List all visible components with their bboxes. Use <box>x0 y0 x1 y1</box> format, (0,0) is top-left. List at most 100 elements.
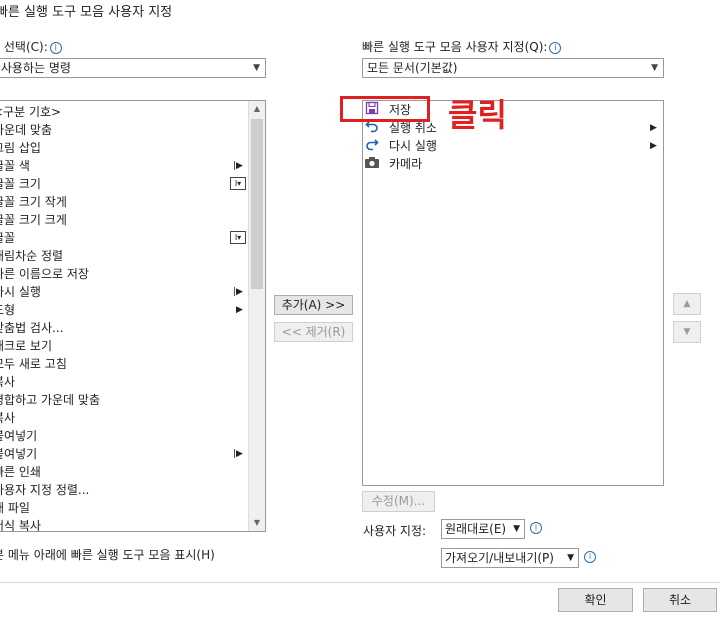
submenu-arrow-icon: |▶ <box>233 287 243 297</box>
command-list-item[interactable]: 다른 이름으로 저장 <box>0 265 247 283</box>
command-list-item[interactable]: 모두 새로 고침 <box>0 355 247 373</box>
highlight-box <box>340 96 430 122</box>
commands-scrollbar[interactable]: ▲ ▼ <box>248 101 265 531</box>
submenu-arrow-icon: |▶ <box>233 449 243 459</box>
reset-dropdown[interactable]: 원래대로(E) ▼ <box>441 519 525 539</box>
show-below-ribbon-checkbox-label[interactable]: 리본 메뉴 아래에 빠른 실행 도구 모음 표시(H) <box>0 546 215 563</box>
camera-icon <box>364 155 380 171</box>
submenu-arrow-icon: ▶ <box>236 305 243 315</box>
command-label: 내림차순 정렬 <box>0 249 64 263</box>
command-label: 붙여넣기 <box>0 429 38 443</box>
command-list-item[interactable]: 도형 ▶ <box>0 301 247 319</box>
toolbar-item-label: 다시 실행 <box>389 139 437 153</box>
move-up-button[interactable]: ▲ <box>673 293 701 315</box>
command-label: <구분 기호> <box>0 105 62 119</box>
info-icon: i <box>549 41 562 54</box>
command-list-item[interactable]: 글꼴 크기 크게 <box>0 211 247 229</box>
command-label: 글꼴 크기 크게 <box>0 213 67 227</box>
command-list-item[interactable]: 글꼴 I▾ <box>0 229 247 247</box>
reset-dropdown-label: 원래대로(E) <box>445 522 507 536</box>
scroll-down-icon[interactable]: ▼ <box>249 515 265 531</box>
chevron-down-icon: ▼ <box>513 524 520 534</box>
command-label: 그림 삽입 <box>0 141 41 155</box>
cancel-button[interactable]: 취소 <box>643 588 717 612</box>
command-label: 매크로 보기 <box>0 339 53 353</box>
command-list-item[interactable]: 매크로 보기 <box>0 337 247 355</box>
submenu-arrow-icon: ▶ <box>650 123 657 133</box>
ok-button-label: 확인 <box>584 593 607 607</box>
add-button[interactable]: 추가(A) >> <box>274 295 353 315</box>
add-button-label: 추가(A) >> <box>281 298 346 312</box>
command-list-item[interactable]: 복사 <box>0 373 247 391</box>
command-list-item[interactable]: 서식 복사 <box>0 517 247 532</box>
command-label: 글꼴 크기 작게 <box>0 195 67 209</box>
command-label: 다른 이름으로 저장 <box>0 267 89 281</box>
command-list-item[interactable]: 내림차순 정렬 <box>0 247 247 265</box>
command-label: 복사 <box>0 411 16 425</box>
chevron-down-icon: ▼ <box>253 63 260 73</box>
info-icon: i <box>49 41 62 54</box>
customize-scope-dropdown[interactable]: 모든 문서(기본값) ▼ <box>362 58 664 78</box>
toolbar-item-camera[interactable]: 카메라 <box>363 155 663 173</box>
choose-commands-label: 명령 선택(C):i <box>0 38 62 55</box>
command-list-item[interactable]: 맞춤법 검사... <box>0 319 247 337</box>
command-list-item[interactable]: 빠른 인쇄 <box>0 463 247 481</box>
customizations-label: 사용자 지정: <box>363 524 427 538</box>
command-label: 글꼴 <box>0 231 16 245</box>
choose-commands-dropdown[interactable]: 자주 사용하는 명령 ▼ <box>0 58 266 78</box>
command-label: 모두 새로 고침 <box>0 357 67 371</box>
import-export-dropdown-label: 가져오기/내보내기(P) <box>445 551 554 565</box>
info-icon: i <box>584 551 596 563</box>
command-list-item[interactable]: 붙여넣기 <box>0 427 247 445</box>
move-down-button[interactable]: ▼ <box>673 321 701 343</box>
remove-button[interactable]: << 제거(R) <box>274 322 353 342</box>
scroll-up-icon[interactable]: ▲ <box>249 101 265 117</box>
command-list-item[interactable]: 붙여넣기 |▶ <box>0 445 247 463</box>
command-list-item[interactable]: 글꼴 색 |▶ <box>0 157 247 175</box>
dialog-header: 빠른 실행 도구 모음 사용자 지정 <box>0 5 173 20</box>
choose-commands-label-text: 명령 선택(C): <box>0 40 48 54</box>
remove-button-label: << 제거(R) <box>281 325 346 339</box>
command-list-item[interactable]: 복사 <box>0 409 247 427</box>
ok-button[interactable]: 확인 <box>558 588 633 612</box>
choose-commands-value: 자주 사용하는 명령 <box>0 61 71 75</box>
text-box-icon: I▾ <box>230 177 246 190</box>
command-label: 글꼴 색 <box>0 159 30 173</box>
scroll-thumb[interactable] <box>251 119 263 289</box>
toolbar-items-list[interactable]: 저장 실행 취소 ▶ 다시 실행 ▶ 카메라 <box>362 100 664 486</box>
command-label: 서식 복사 <box>0 519 41 532</box>
command-list-item[interactable]: 글꼴 크기 작게 <box>0 193 247 211</box>
move-up-icon: ▲ <box>683 299 691 309</box>
modify-button[interactable]: 수정(M)... <box>362 491 435 512</box>
customize-toolbar-label: 빠른 실행 도구 모음 사용자 지정(Q): i <box>362 38 562 55</box>
submenu-arrow-icon: |▶ <box>233 161 243 171</box>
command-label: 글꼴 크기 <box>0 177 41 191</box>
text-box-icon: I▾ <box>230 231 246 244</box>
command-label: 가운데 맞춤 <box>0 123 53 137</box>
info-icon: i <box>530 522 542 534</box>
commands-list[interactable]: <구분 기호>가운데 맞춤그림 삽입글꼴 색|▶글꼴 크기I▾글꼴 크기 작게글… <box>0 100 266 532</box>
command-list-item[interactable]: 가운데 맞춤 <box>0 121 247 139</box>
command-label: 도형 <box>0 303 16 317</box>
command-label: 사용자 지정 정렬... <box>0 483 90 497</box>
toolbar-item-label: 카메라 <box>389 157 423 171</box>
command-list-item[interactable]: 병합하고 가운데 맞춤 <box>0 391 247 409</box>
command-list-item[interactable]: 다시 실행 |▶ <box>0 283 247 301</box>
command-label: 복사 <box>0 375 16 389</box>
chevron-down-icon: ▼ <box>567 553 574 563</box>
command-label: 맞춤법 검사... <box>0 321 64 335</box>
command-list-item[interactable]: <구분 기호> <box>0 103 247 121</box>
customize-scope-value: 모든 문서(기본값) <box>367 61 458 75</box>
command-label: 다시 실행 <box>0 285 41 299</box>
toolbar-item-redo[interactable]: 다시 실행 ▶ <box>363 137 663 155</box>
command-list-item[interactable]: 새 파일 <box>0 499 247 517</box>
command-label: 병합하고 가운데 맞춤 <box>0 393 100 407</box>
command-list-item[interactable]: 글꼴 크기 I▾ <box>0 175 247 193</box>
move-down-icon: ▼ <box>683 327 691 337</box>
import-export-dropdown[interactable]: 가져오기/내보내기(P) ▼ <box>441 548 579 568</box>
modify-button-label: 수정(M)... <box>371 494 426 508</box>
command-list-item[interactable]: 그림 삽입 <box>0 139 247 157</box>
cancel-button-label: 취소 <box>668 593 692 607</box>
command-label: 붙여넣기 <box>0 447 38 461</box>
command-list-item[interactable]: 사용자 지정 정렬... <box>0 481 247 499</box>
